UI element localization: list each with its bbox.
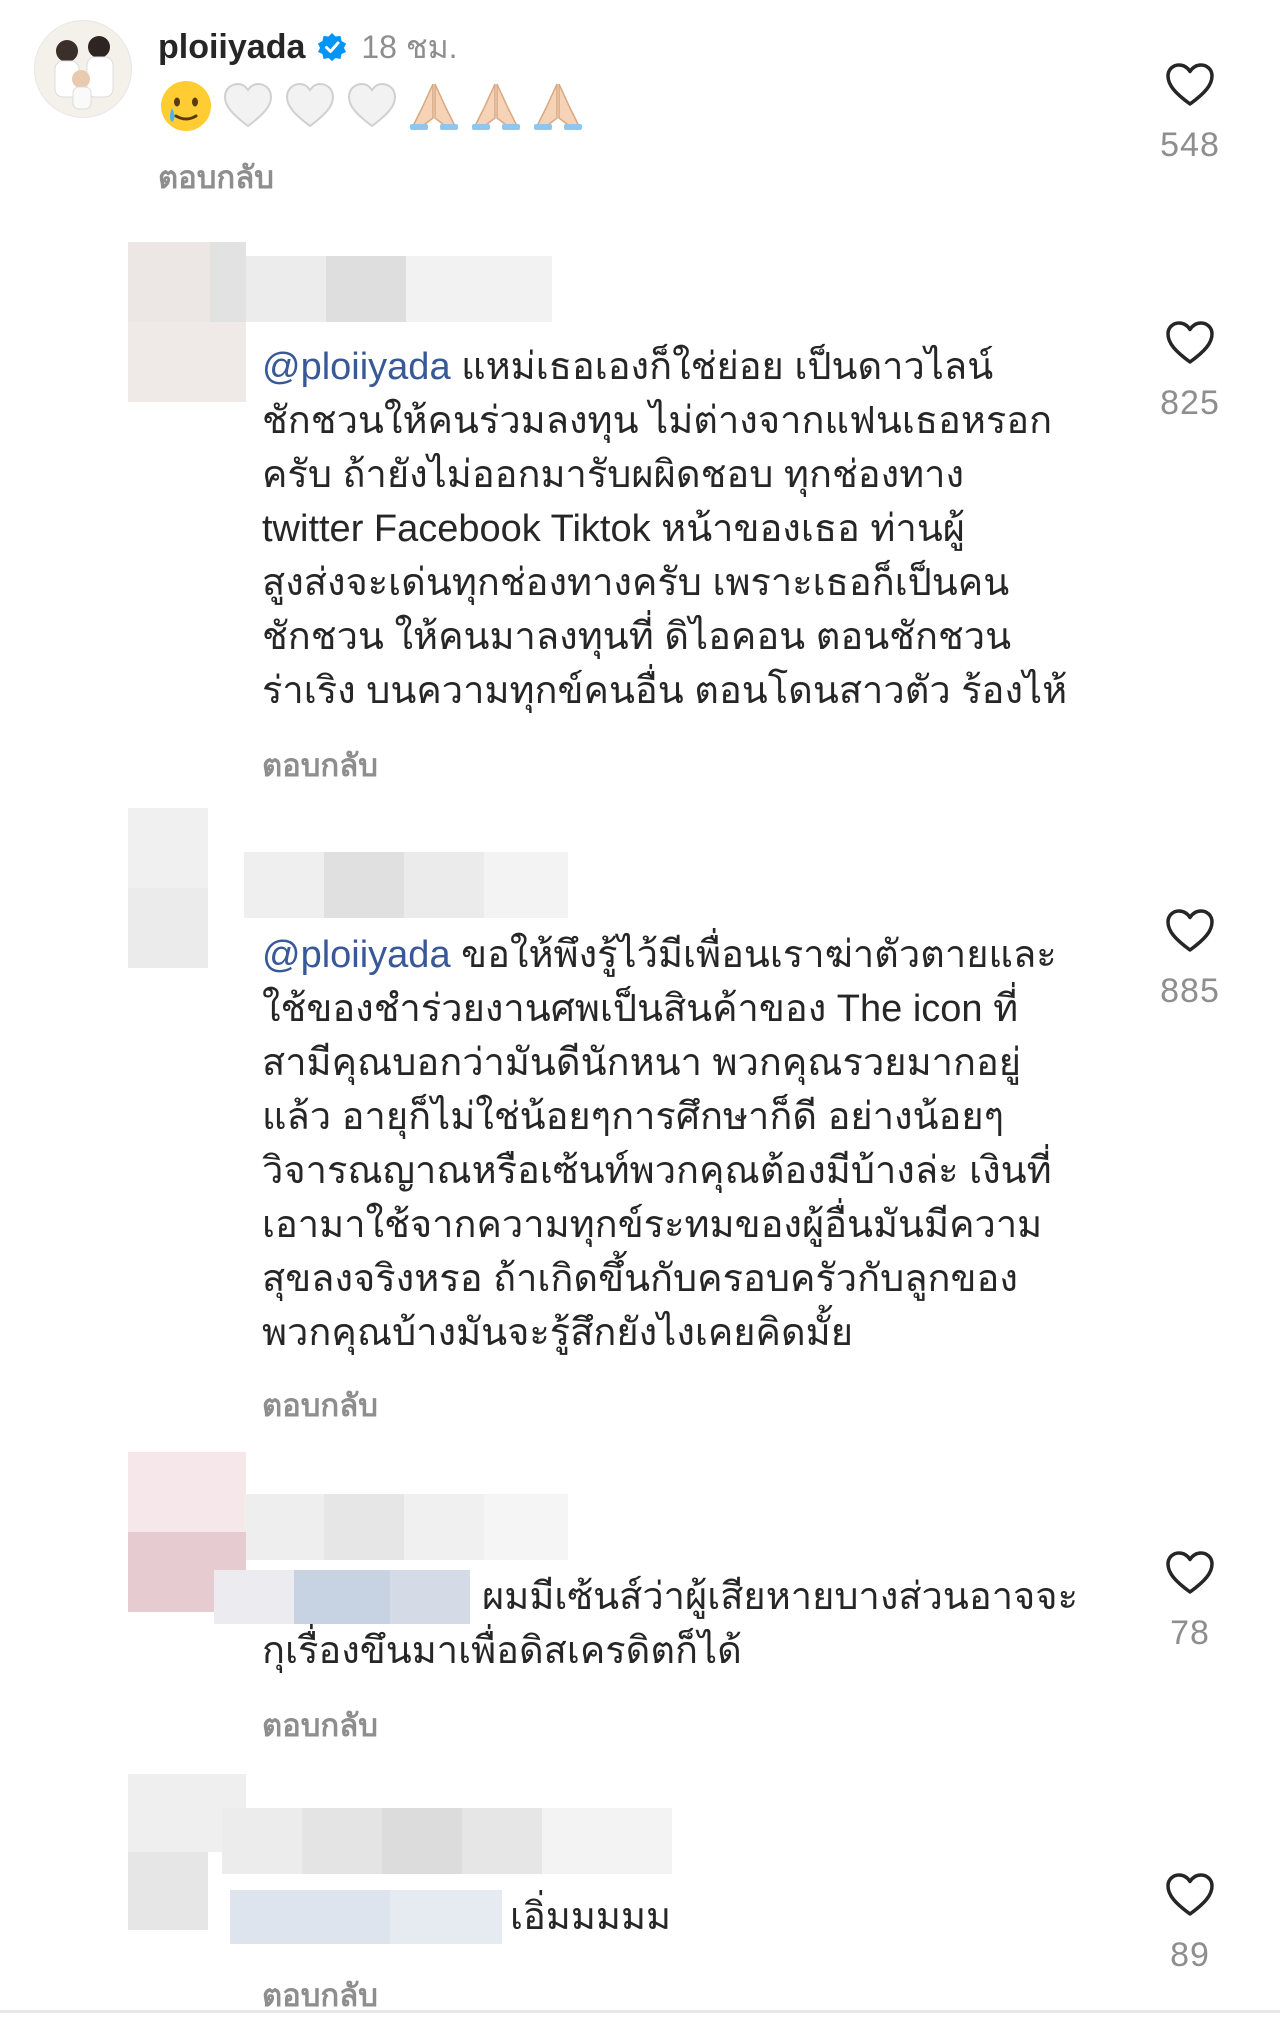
reply-button[interactable]: ตอบกลับ xyxy=(262,1380,378,1430)
white-heart-emoji xyxy=(220,78,276,134)
heart-icon[interactable] xyxy=(1165,62,1215,108)
divider xyxy=(0,2010,1280,2013)
like-count: 78 xyxy=(1170,1614,1210,1652)
heart-icon[interactable] xyxy=(1165,1550,1215,1596)
white-heart-emoji xyxy=(344,78,400,134)
comment-text: ผมมีเซ้นส์ว่าผู้เสียหายบางส่วนอาจจะ กุเร… xyxy=(262,1576,1078,1672)
mention-link[interactable]: @ploiiyada xyxy=(262,346,451,388)
white-heart-emoji xyxy=(282,78,338,134)
username[interactable]: ploiiyada xyxy=(158,28,305,67)
comment-text: เอิ่มมมมม xyxy=(510,1896,672,1938)
tear-smile-emoji xyxy=(158,78,214,134)
folded-hands-emoji xyxy=(406,78,462,134)
comments-panel: ploiiyada 18 ชม. ตอบกลับ 548 @ploiiyada … xyxy=(0,0,1280,2019)
like-group: 885 xyxy=(1150,908,1230,1011)
like-count: 548 xyxy=(1160,126,1220,164)
heart-icon[interactable] xyxy=(1165,320,1215,366)
verified-badge-icon xyxy=(317,32,347,62)
reply-button[interactable]: ตอบกลับ xyxy=(158,152,274,202)
like-count: 825 xyxy=(1160,384,1220,422)
mention-link[interactable]: @ploiiyada xyxy=(262,934,451,976)
folded-hands-emoji xyxy=(530,78,586,134)
avatar[interactable] xyxy=(34,20,132,118)
comment-text: @ploiiyada ขอให้พึงรู้ไว้มีเพื่อนเราฆ่าต… xyxy=(262,934,1057,1354)
heart-icon[interactable] xyxy=(1165,1872,1215,1918)
like-group: 78 xyxy=(1150,1550,1230,1653)
top-comment: ploiiyada 18 ชม. ตอบกลับ 548 xyxy=(0,0,1280,200)
comment-text: @ploiiyada แหม่เธอเองก็ใช่ย่อย เป็นดาวไล… xyxy=(262,346,1068,712)
reply-button[interactable]: ตอบกลับ xyxy=(262,1700,378,1750)
like-group: 548 xyxy=(1150,62,1230,165)
like-group: 825 xyxy=(1150,320,1230,423)
emoji-row xyxy=(158,74,586,138)
like-count: 885 xyxy=(1160,972,1220,1010)
like-group: 89 xyxy=(1150,1872,1230,1975)
like-count: 89 xyxy=(1170,1936,1210,1974)
folded-hands-emoji xyxy=(468,78,524,134)
heart-icon[interactable] xyxy=(1165,908,1215,954)
reply-button[interactable]: ตอบกลับ xyxy=(262,740,378,790)
timestamp: 18 ชม. xyxy=(361,28,458,65)
